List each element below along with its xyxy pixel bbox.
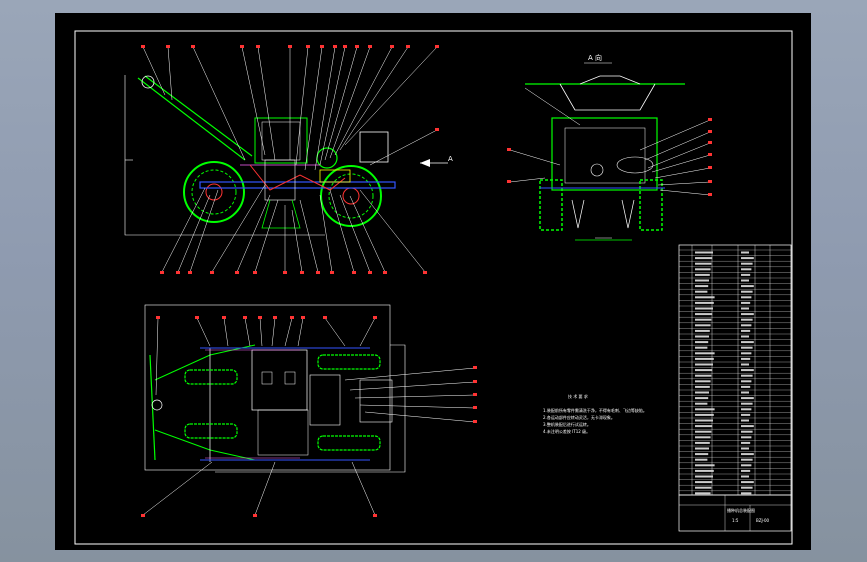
scale: 1:5 <box>732 518 739 523</box>
drawing-number: BZJ-00 <box>756 518 770 523</box>
note-line: 1.装配前所有零件需清洗干净，不得有毛刺、飞边等缺陷。 <box>543 407 647 413</box>
title-block: 播种机总装配图 BZJ-00 1:5 <box>678 494 792 532</box>
drawing-border <box>74 30 793 545</box>
view-label: A 向 <box>588 53 602 62</box>
note-line: 3.整机装配后进行试运转。 <box>543 421 591 427</box>
arrow-label: A <box>448 155 453 163</box>
technical-notes: 技 术 要 求 1.装配前所有零件需清洗干净，不得有毛刺、飞边等缺陷。 2.各运… <box>543 393 647 434</box>
title-text: 播种机总装配图 <box>727 507 755 513</box>
note-line: 2.各运动部件应转动灵活，无卡滞现象。 <box>543 414 615 420</box>
top-view <box>141 304 477 517</box>
note-line: 4.未注明公差按 IT12 级。 <box>543 428 590 434</box>
a-direction-view: A 向 <box>507 53 712 241</box>
parts-list <box>678 244 792 496</box>
cad-drawing: A A 向 技 术 要 求 1.装配前所有零件需清洗干净，不得有毛刺、飞边等缺陷… <box>74 30 793 545</box>
notes-title: 技 术 要 求 <box>568 393 588 399</box>
side-view: A <box>124 45 453 274</box>
